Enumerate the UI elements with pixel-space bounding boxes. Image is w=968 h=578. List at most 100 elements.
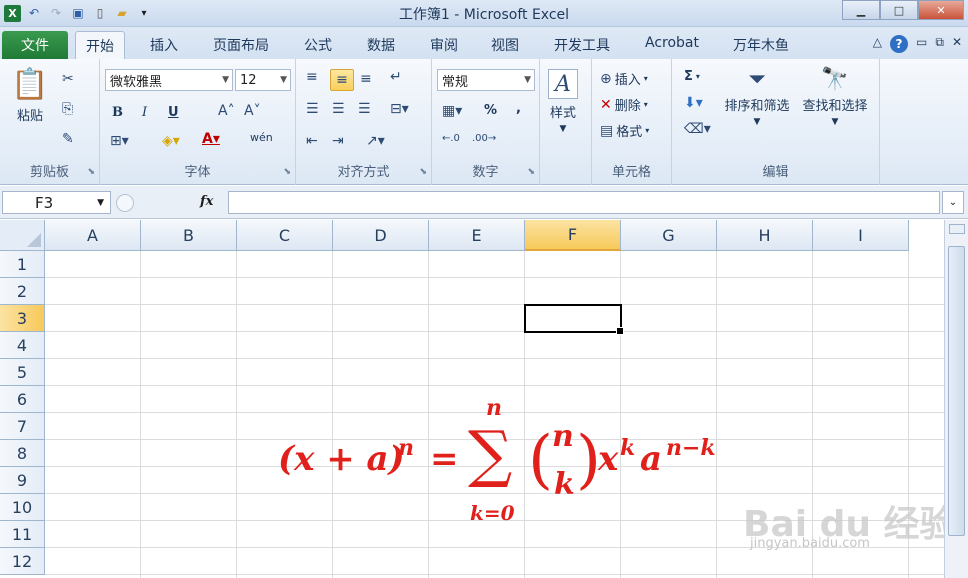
column-header-i[interactable]: I	[813, 220, 909, 251]
percent-style-button[interactable]: %	[484, 103, 497, 118]
align-middle-icon[interactable]: ≡	[330, 69, 354, 91]
sort-filter-icon: ⏷	[748, 67, 766, 92]
doc-close-icon[interactable]: ✕	[952, 35, 962, 53]
tab-acrobat[interactable]: Acrobat	[645, 35, 699, 51]
tab-formulas[interactable]: 公式	[304, 35, 332, 55]
formula-bar: F3 ▼ fx ⌄	[0, 186, 968, 219]
borders-icon[interactable]: ⊞▾	[110, 133, 129, 149]
merge-center-icon[interactable]: ⊟▾	[390, 101, 409, 117]
row-header-10[interactable]: 10	[0, 494, 45, 521]
find-select-button[interactable]: 🔭 查找和选择 ▼	[798, 67, 872, 127]
column-header-c[interactable]: C	[237, 220, 333, 251]
insert-function-button[interactable]: fx	[200, 194, 213, 209]
insert-cells-button[interactable]: ⊕ 插入 ▾	[600, 69, 648, 89]
column-header-h[interactable]: H	[717, 220, 813, 251]
row-header-7[interactable]: 7	[0, 413, 45, 440]
fill-color-icon[interactable]: ◈▾	[162, 133, 180, 149]
tab-developer[interactable]: 开发工具	[554, 35, 610, 55]
font-color-icon[interactable]: A▾	[202, 131, 220, 147]
formula-divider-handle[interactable]	[116, 194, 134, 212]
doc-restore-icon[interactable]: ⧉	[935, 35, 944, 53]
row-header-11[interactable]: 11	[0, 521, 45, 548]
name-box[interactable]: F3 ▼	[2, 191, 111, 214]
delete-cells-button[interactable]: ✕ 删除 ▾	[600, 95, 648, 115]
minimize-button[interactable]: ▁	[842, 0, 880, 20]
format-cells-button[interactable]: ▤ 格式 ▾	[600, 121, 649, 141]
copy-icon[interactable]: ⎘	[62, 101, 73, 117]
binomial-equation[interactable]: (x + a) n = n ∑ k=0 ( n k ) x k a n−k	[278, 395, 738, 530]
vertical-scrollbar[interactable]	[944, 220, 968, 578]
fill-icon[interactable]: ⬇▾	[684, 95, 703, 111]
bold-button[interactable]: B	[112, 105, 123, 120]
clear-icon[interactable]: ⌫▾	[684, 121, 711, 137]
paste-button[interactable]: 📋 粘贴	[10, 67, 50, 124]
accounting-format-icon[interactable]: ▦▾	[442, 103, 462, 119]
doc-minimize-icon[interactable]: ▭	[916, 35, 927, 53]
group-label-editing: 编辑	[762, 165, 789, 180]
column-header-g[interactable]: G	[621, 220, 717, 251]
font-launcher-icon[interactable]: ⬊	[283, 167, 291, 177]
clipboard-launcher-icon[interactable]: ⬊	[87, 167, 95, 177]
orientation-icon[interactable]: ↗▾	[366, 133, 385, 149]
underline-button[interactable]: U	[168, 105, 179, 120]
column-header-e[interactable]: E	[429, 220, 525, 251]
shrink-font-icon[interactable]: A˅	[244, 103, 261, 119]
expand-formula-bar-icon[interactable]: ⌄	[942, 191, 964, 214]
font-size-combo[interactable]: 12 ▼	[235, 69, 291, 91]
maximize-button[interactable]: □	[880, 0, 918, 20]
phonetic-button[interactable]: wén	[250, 131, 273, 144]
tab-review[interactable]: 审阅	[430, 35, 458, 55]
cut-icon[interactable]: ✂	[62, 71, 74, 87]
styles-button[interactable]: A 样式 ▼	[548, 69, 578, 134]
row-header-2[interactable]: 2	[0, 278, 45, 305]
active-cell-f3[interactable]	[524, 304, 624, 335]
format-painter-icon[interactable]: ✎	[62, 131, 74, 147]
increase-indent-icon[interactable]: ⇥	[332, 133, 344, 149]
tab-file[interactable]: 文件	[2, 31, 68, 59]
row-header-3[interactable]: 3	[0, 305, 45, 332]
tab-data[interactable]: 数据	[367, 35, 395, 55]
collapse-ribbon-icon[interactable]: △	[873, 35, 882, 53]
row-header-6[interactable]: 6	[0, 386, 45, 413]
align-top-icon[interactable]: ≡	[306, 69, 318, 85]
decrease-indent-icon[interactable]: ⇤	[306, 133, 318, 149]
number-format-combo[interactable]: 常规 ▼	[437, 69, 535, 91]
comma-style-button[interactable]: ,	[516, 101, 521, 116]
autosum-button[interactable]: Σ ▾	[684, 69, 700, 84]
align-left-icon[interactable]: ☰	[306, 101, 319, 117]
column-header-f[interactable]: F	[525, 220, 621, 251]
row-header-4[interactable]: 4	[0, 332, 45, 359]
align-center-icon[interactable]: ☰	[332, 101, 345, 117]
column-header-b[interactable]: B	[141, 220, 237, 251]
alignment-launcher-icon[interactable]: ⬊	[419, 167, 427, 177]
row-header-5[interactable]: 5	[0, 359, 45, 386]
close-button[interactable]: ✕	[918, 0, 964, 20]
row-header-12[interactable]: 12	[0, 548, 45, 575]
formula-input[interactable]	[228, 191, 940, 214]
italic-button[interactable]: I	[142, 105, 147, 120]
tab-home[interactable]: 开始	[75, 31, 125, 59]
font-name-combo[interactable]: 微软雅黑 ▼	[105, 69, 233, 91]
align-right-icon[interactable]: ☰	[358, 101, 371, 117]
help-icon[interactable]: ?	[890, 35, 909, 53]
tab-page-layout[interactable]: 页面布局	[213, 35, 269, 55]
number-launcher-icon[interactable]: ⬊	[527, 167, 535, 177]
select-all-corner[interactable]	[0, 220, 45, 251]
column-header-a[interactable]: A	[45, 220, 141, 251]
split-box-handle[interactable]	[949, 224, 965, 234]
scrollbar-thumb[interactable]	[948, 246, 965, 536]
tab-insert[interactable]: 插入	[150, 35, 178, 55]
row-header-9[interactable]: 9	[0, 467, 45, 494]
row-header-8[interactable]: 8	[0, 440, 45, 467]
baidu-watermark-url: jingyan.baidu.com	[750, 536, 870, 551]
sort-filter-button[interactable]: ⏷ 排序和筛选 ▼	[720, 67, 794, 127]
align-bottom-icon[interactable]: ≡	[360, 71, 372, 87]
tab-wannian-muyu[interactable]: 万年木鱼	[733, 35, 789, 55]
wrap-text-icon[interactable]: ↵	[390, 69, 402, 85]
increase-decimal-icon[interactable]: ←.0	[442, 133, 460, 144]
tab-view[interactable]: 视图	[491, 35, 519, 55]
grow-font-icon[interactable]: A˄	[218, 103, 235, 119]
decrease-decimal-icon[interactable]: .00→	[472, 133, 496, 144]
column-header-d[interactable]: D	[333, 220, 429, 251]
row-header-1[interactable]: 1	[0, 251, 45, 278]
